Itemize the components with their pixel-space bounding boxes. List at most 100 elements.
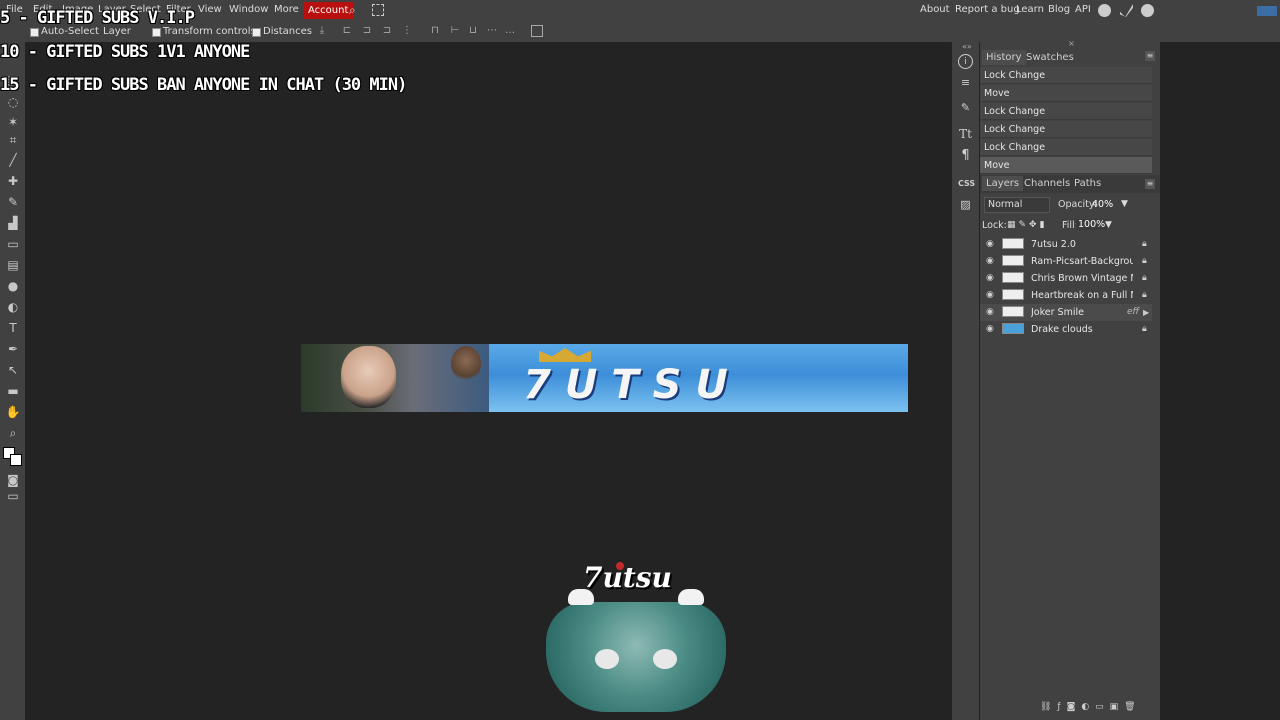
align-vertical-icon[interactable]: ⋮ [401, 25, 413, 37]
tab-history[interactable]: History [982, 50, 1026, 65]
about-link[interactable]: About [920, 4, 950, 15]
shape-tool-icon[interactable]: ▬ [5, 383, 21, 399]
api-link[interactable]: API [1075, 4, 1091, 15]
stamp-tool-icon[interactable]: ▟ [5, 215, 21, 231]
hand-tool-icon[interactable]: ✋ [5, 404, 21, 420]
align-top-icon[interactable]: ⊓ [429, 25, 441, 37]
account-button[interactable]: Account [303, 2, 354, 19]
layer-row[interactable]: ◉ Drake clouds 🔒︎ [980, 321, 1152, 338]
report-bug-link[interactable]: Report a bug [955, 4, 1020, 15]
layer-row[interactable]: ◉ Ram-Picsart-Background 🔒︎ [980, 253, 1152, 270]
lock-icon[interactable]: 🔒︎ [1142, 236, 1147, 253]
brush-tool-icon[interactable]: ✎ [5, 194, 21, 210]
quick-mask-icon[interactable]: ◙ [5, 472, 21, 488]
menu-window[interactable]: Window [229, 4, 268, 15]
zoom-tool-icon[interactable]: ⌕ [5, 425, 21, 441]
fullscreen-icon[interactable] [372, 4, 384, 16]
lasso-tool-icon[interactable]: ◌ [5, 94, 21, 110]
align-middle-icon[interactable]: ⊢ [449, 25, 461, 37]
character-icon[interactable]: Tt [958, 127, 973, 142]
history-item[interactable]: Lock Change [980, 121, 1152, 138]
controller-image[interactable]: 7utsu [543, 557, 729, 717]
distances-checkbox[interactable] [252, 28, 261, 37]
expand-arrow-icon[interactable]: ▶ [1143, 304, 1149, 321]
lock-icon[interactable]: 🔒︎ [1142, 253, 1147, 270]
healing-tool-icon[interactable]: ✚ [5, 173, 21, 189]
blog-link[interactable]: Blog [1048, 4, 1070, 15]
history-item[interactable]: Lock Change [980, 139, 1152, 156]
history-item[interactable]: Lock Change [980, 103, 1152, 120]
eye-icon[interactable]: ◉ [986, 270, 994, 287]
history-item-current[interactable]: Move [980, 157, 1152, 174]
menu-more[interactable]: More [274, 4, 299, 15]
download-icon[interactable]: ⤓ [316, 25, 328, 37]
learn-link[interactable]: Learn [1016, 4, 1044, 15]
layer-name: Joker Smile [1031, 307, 1084, 318]
search-icon[interactable]: ⌕ [349, 3, 363, 17]
collapse-icon[interactable]: «» [962, 42, 972, 51]
background-color-swatch[interactable] [10, 454, 22, 466]
lock-icon[interactable]: 🔒︎ [1142, 321, 1147, 338]
fill-dropdown-icon[interactable]: ▼ [1105, 220, 1112, 230]
screen-mode-icon[interactable]: ▭ [5, 488, 21, 504]
layer-row[interactable]: ◉ Chris Brown Vintage Mid 🔒︎ [980, 270, 1152, 287]
align-center-icon[interactable]: ⊐ [361, 25, 373, 37]
ad-badge[interactable] [1257, 6, 1277, 16]
dodge-tool-icon[interactable]: ◐ [5, 299, 21, 315]
eye-icon[interactable]: ◉ [986, 304, 994, 321]
grid-icon[interactable] [531, 25, 543, 37]
tab-swatches[interactable]: Swatches [1026, 52, 1074, 63]
history-item[interactable]: Lock Change [980, 67, 1152, 84]
magic-wand-tool-icon[interactable]: ✶ [5, 114, 21, 130]
align-left-icon[interactable]: ⊏ [341, 25, 353, 37]
text-tool-icon[interactable]: T [5, 320, 21, 336]
align-right-icon[interactable]: ⊐ [381, 25, 393, 37]
align-bottom-icon[interactable]: ⊔ [467, 25, 479, 37]
reddit-icon[interactable] [1098, 4, 1111, 17]
path-select-tool-icon[interactable]: ↖ [5, 362, 21, 378]
layer-actions-bar[interactable]: ⛓ƒ◙◐▭▣🗑︎ [1040, 702, 1160, 716]
gradient-tool-icon[interactable]: ▤ [5, 257, 21, 273]
auto-select-checkbox[interactable] [30, 28, 39, 37]
layer-row[interactable]: ◉ 7utsu 2.0 🔒︎ [980, 236, 1152, 253]
eye-icon[interactable]: ◉ [986, 287, 994, 304]
tab-layers[interactable]: Layers [982, 176, 1024, 191]
eye-icon[interactable]: ◉ [986, 236, 994, 253]
layer-row-selected[interactable]: ◉ Joker Smile eff ▶ [980, 304, 1152, 321]
facebook-icon[interactable] [1141, 4, 1154, 17]
eye-icon[interactable]: ◉ [986, 321, 994, 338]
eraser-tool-icon[interactable]: ▭ [5, 236, 21, 252]
transform-controls-checkbox[interactable] [152, 28, 161, 37]
css-icon[interactable]: CSS [958, 176, 975, 191]
adjustments-icon[interactable]: ≡ [958, 75, 973, 90]
twitter-icon[interactable] [1120, 4, 1133, 17]
pen-tool-icon[interactable]: ✒ [5, 341, 21, 357]
lock-icon[interactable]: 🔒︎ [1142, 287, 1147, 304]
menu-view[interactable]: View [198, 4, 222, 15]
lock-options-icons[interactable]: ▦✎✥▮ [1007, 220, 1048, 230]
brush-settings-icon[interactable]: ✎ [958, 100, 973, 115]
paragraph-icon[interactable]: ¶ [958, 148, 973, 163]
history-menu-icon[interactable]: ≡ [1145, 51, 1155, 61]
blend-mode-select[interactable]: Normal [984, 197, 1050, 213]
layer-row[interactable]: ◉ Heartbreak on a Full Moo 🔒︎ [980, 287, 1152, 304]
tab-paths[interactable]: Paths [1074, 178, 1101, 189]
panel-collapse-icon[interactable]: × [1068, 39, 1075, 48]
opacity-input[interactable]: 40% [1092, 199, 1113, 210]
history-item[interactable]: Move [980, 85, 1152, 102]
distribute-icon[interactable]: ⋯ [486, 25, 498, 37]
more-options-icon[interactable]: … [504, 25, 516, 37]
effects-badge[interactable]: eff [1127, 304, 1139, 321]
eyedropper-tool-icon[interactable]: ╱ [5, 152, 21, 168]
info-icon[interactable]: i [958, 54, 973, 69]
blur-tool-icon[interactable]: ● [5, 278, 21, 294]
fill-input[interactable]: 100% [1076, 219, 1108, 230]
lock-icon[interactable]: 🔒︎ [1142, 270, 1147, 287]
banner-image[interactable]: 7UTSU [301, 344, 908, 412]
opacity-dropdown-icon[interactable]: ▼ [1121, 199, 1128, 209]
image-icon[interactable]: ▨ [958, 197, 973, 212]
crop-tool-icon[interactable]: ⌗ [5, 132, 21, 148]
layers-menu-icon[interactable]: ≡ [1145, 179, 1155, 189]
eye-icon[interactable]: ◉ [986, 253, 994, 270]
tab-channels[interactable]: Channels [1024, 178, 1070, 189]
